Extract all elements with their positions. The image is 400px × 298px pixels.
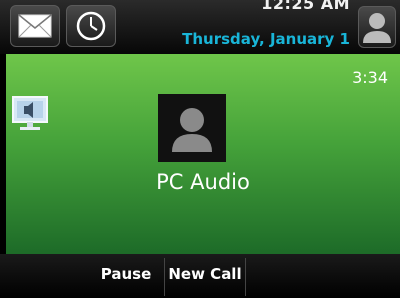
current-date: Thursday, January 1 <box>182 30 350 48</box>
recent-calls-button[interactable] <box>66 5 116 47</box>
new-call-softkey[interactable]: New Call <box>165 254 245 298</box>
call-timer: 3:34 <box>352 68 388 87</box>
status-bar: 12:25 AM Thursday, January 1 <box>0 0 400 54</box>
user-profile-button[interactable] <box>358 6 396 48</box>
softkey-divider <box>245 258 246 296</box>
speakerphone-icon <box>12 96 50 132</box>
clock-time: 12:25 AM <box>261 0 350 13</box>
envelope-icon <box>18 14 52 38</box>
caller-avatar-icon <box>172 108 212 152</box>
softkey-bar: Pause New Call <box>0 254 400 298</box>
active-call-panel: 3:34 PC Audio <box>6 54 400 254</box>
caller-avatar <box>158 94 226 162</box>
pause-softkey[interactable]: Pause <box>90 254 162 298</box>
user-icon <box>363 13 391 43</box>
caller-name: PC Audio <box>156 170 250 194</box>
clock-icon <box>76 11 106 41</box>
messages-button[interactable] <box>10 5 60 47</box>
